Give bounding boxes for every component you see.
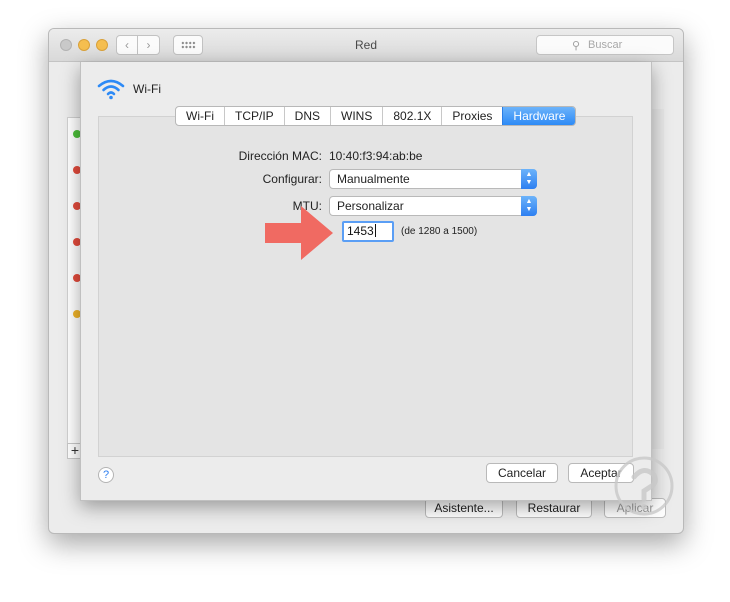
text-caret xyxy=(374,224,376,237)
advanced-settings-sheet: Wi-Fi Wi-Fi TCP/IP DNS WINS 802.1X Proxi… xyxy=(80,62,652,501)
assistant-button[interactable]: Asistente... xyxy=(425,498,503,518)
tab-wifi[interactable]: Wi-Fi xyxy=(176,107,224,125)
configure-popup[interactable]: Manualmente ▲ ▼ xyxy=(329,169,537,189)
cancel-button[interactable]: Cancelar xyxy=(486,463,558,483)
search-field[interactable]: ⚲ Buscar xyxy=(536,35,674,55)
mtu-range-note: (de 1280 a 1500) xyxy=(401,226,478,237)
popup-arrows-icon: ▲ ▼ xyxy=(521,169,537,189)
search-icon: ⚲ xyxy=(572,40,581,52)
settings-panel xyxy=(98,116,633,457)
watermark-logo xyxy=(614,456,674,516)
tab-wins[interactable]: WINS xyxy=(330,107,382,125)
annotation-arrow-icon xyxy=(265,206,333,260)
popup-arrows-icon: ▲ ▼ xyxy=(521,196,537,216)
details-panel-edge xyxy=(651,109,664,449)
wifi-icon xyxy=(97,79,125,100)
tab-hardware[interactable]: Hardware xyxy=(502,107,576,125)
tab-802-1x[interactable]: 802.1X xyxy=(382,107,441,125)
settings-tabs: Wi-Fi TCP/IP DNS WINS 802.1X Proxies Har… xyxy=(175,106,577,126)
configure-value: Manualmente xyxy=(337,172,410,186)
help-button[interactable]: ? xyxy=(98,467,114,483)
tab-proxies[interactable]: Proxies xyxy=(441,107,502,125)
tab-dns[interactable]: DNS xyxy=(283,107,330,125)
mtu-popup[interactable]: Personalizar ▲ ▼ xyxy=(329,196,537,216)
mtu-custom-value: 1453 xyxy=(347,224,374,238)
mtu-value: Personalizar xyxy=(337,199,404,213)
mtu-custom-input[interactable]: 1453 xyxy=(342,221,394,242)
interface-name: Wi-Fi xyxy=(133,82,161,96)
search-placeholder: Buscar xyxy=(588,39,623,51)
mac-address-label: Dirección MAC: xyxy=(238,149,322,163)
configure-label: Configurar: xyxy=(262,172,322,186)
mac-address-value: 10:40:f3:94:ab:be xyxy=(329,149,423,163)
tab-tcp-ip[interactable]: TCP/IP xyxy=(223,107,284,125)
title-bar: ‹ › Red ⚲ Buscar xyxy=(49,29,683,62)
revert-button[interactable]: Restaurar xyxy=(516,498,592,518)
